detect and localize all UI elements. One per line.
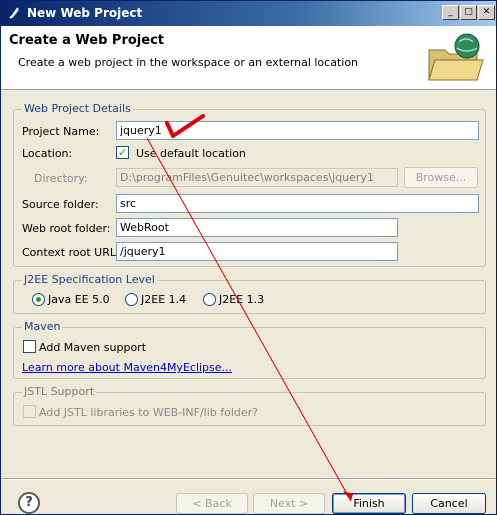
context-root-url-field[interactable]: [116, 242, 398, 261]
radio-j2ee-1-4-label[interactable]: J2EE 1.4: [141, 293, 186, 306]
add-jstl-checkbox[interactable]: [23, 405, 36, 418]
window-title: New Web Project: [27, 6, 143, 20]
maximize-button[interactable]: □: [460, 5, 477, 20]
close-button[interactable]: ✕: [478, 5, 495, 20]
maven-group-label: Maven: [22, 320, 63, 333]
back-button[interactable]: < Back: [176, 493, 248, 514]
add-jstl-label[interactable]: Add JSTL libraries to WEB-INF/lib folder…: [39, 406, 258, 419]
new-web-project-dialog: New Web Project _ □ ✕ Create a Web Proje…: [0, 0, 497, 515]
folder-globe-icon: [428, 33, 484, 81]
use-default-location-label[interactable]: Use default location: [136, 147, 246, 160]
learn-more-maven-link[interactable]: Learn more about Maven4MyEclipse...: [22, 361, 232, 374]
context-root-url-label: Context root URL:: [22, 246, 120, 259]
radio-j2ee-1-4[interactable]: [125, 293, 138, 306]
add-maven-support-checkbox[interactable]: [23, 340, 36, 353]
location-label: Location:: [22, 147, 73, 160]
jstl-support-label: JSTL Support: [22, 385, 97, 398]
eclipse-logo-icon: [9, 7, 20, 19]
j2ee-specification-label: J2EE Specification Level: [22, 273, 157, 286]
footer-separator: [1, 478, 496, 480]
add-maven-support-label[interactable]: Add Maven support: [39, 341, 146, 354]
radio-java-ee-5-label[interactable]: Java EE 5.0: [48, 293, 110, 306]
web-root-folder-label: Web root folder:: [22, 222, 111, 235]
project-name-label: Project Name:: [22, 125, 100, 138]
cancel-button[interactable]: Cancel: [412, 493, 486, 514]
page-title: Create a Web Project: [9, 33, 164, 48]
directory-label: Directory:: [34, 172, 88, 185]
radio-j2ee-1-3[interactable]: [203, 293, 216, 306]
finish-button[interactable]: Finish: [332, 493, 406, 514]
directory-field[interactable]: [116, 168, 398, 187]
title-bar[interactable]: New Web Project _ □ ✕: [1, 1, 496, 26]
source-folder-label: Source folder:: [22, 198, 99, 211]
web-project-details-label: Web Project Details: [22, 102, 133, 115]
radio-java-ee-5[interactable]: [32, 293, 45, 306]
project-name-field[interactable]: [116, 121, 479, 140]
web-root-folder-field[interactable]: [116, 218, 398, 237]
help-icon[interactable]: ?: [18, 492, 40, 514]
page-description: Create a web project in the workspace or…: [18, 56, 359, 69]
wizard-header: Create a Web Project Create a web projec…: [1, 26, 496, 90]
use-default-location-checkbox[interactable]: ✓: [116, 146, 129, 159]
browse-button[interactable]: Browse...: [404, 167, 478, 188]
minimize-button[interactable]: _: [442, 5, 459, 20]
next-button[interactable]: Next >: [253, 493, 325, 514]
source-folder-field[interactable]: [116, 194, 479, 213]
radio-j2ee-1-3-label[interactable]: J2EE 1.3: [219, 293, 264, 306]
